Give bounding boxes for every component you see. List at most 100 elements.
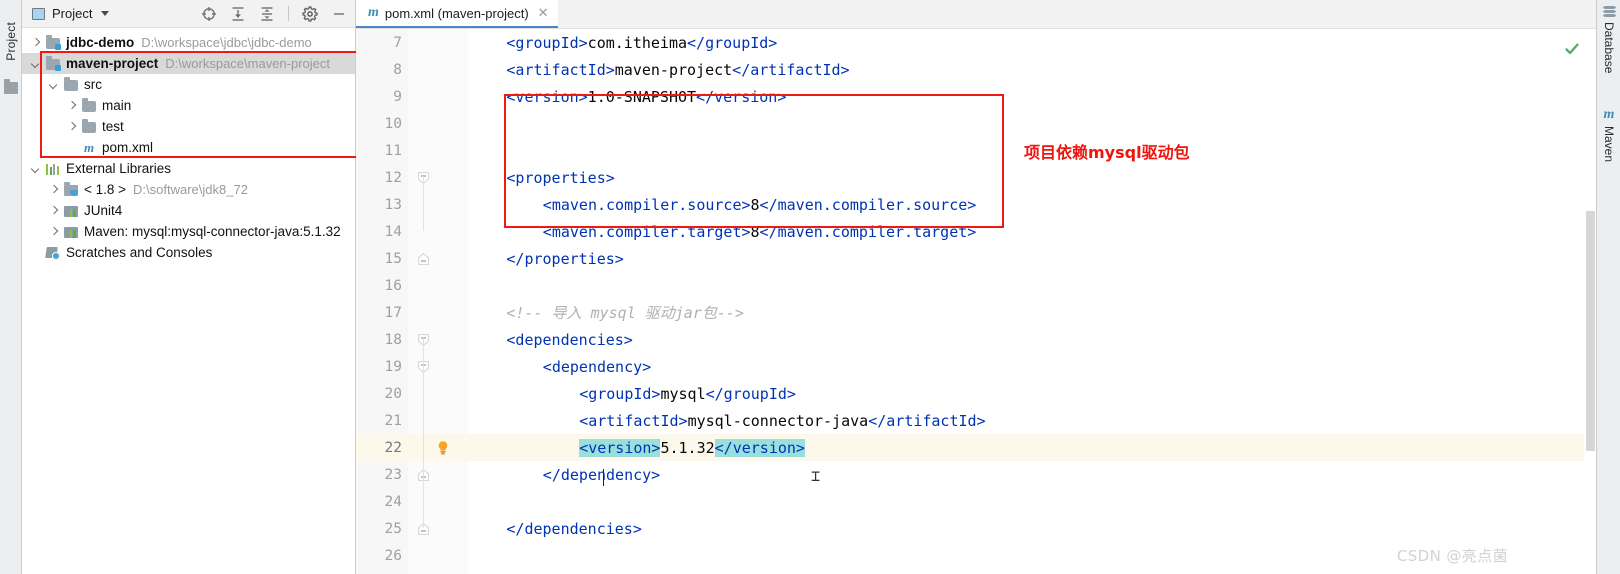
tree-row-label: Scratches and Consoles xyxy=(66,245,212,260)
tool-window-tab-maven[interactable]: m Maven xyxy=(1597,108,1620,162)
code-line[interactable]: 24 xyxy=(356,488,1596,515)
tree-row[interactable]: mpom.xml xyxy=(22,137,355,158)
hide-panel-icon[interactable] xyxy=(331,6,347,22)
code-text: <artifactId>mysql-connector-java</artifa… xyxy=(579,407,985,434)
code-token: <!-- 导入 mysql 驱动jar包--> xyxy=(506,302,744,323)
code-text: <properties> xyxy=(506,164,614,191)
code-line[interactable]: 11 xyxy=(356,137,1596,164)
chevron-down-icon[interactable] xyxy=(48,78,61,91)
chevron-right-icon[interactable] xyxy=(66,120,79,133)
chevron-right-icon[interactable] xyxy=(66,99,79,112)
editor-scrollbar-thumb[interactable] xyxy=(1586,211,1595,451)
code-line[interactable]: 8<artifactId>maven-project</artifactId> xyxy=(356,56,1596,83)
chevron-down-icon[interactable] xyxy=(30,162,43,175)
code-token: <properties> xyxy=(506,169,614,187)
tree-row[interactable]: < 1.8 >D:\software\jdk8_72 xyxy=(22,179,355,200)
text-caret xyxy=(603,469,604,486)
tree-row[interactable]: src xyxy=(22,74,355,95)
tree-row[interactable]: maven-projectD:\workspace\maven-project xyxy=(22,53,355,74)
code-line[interactable]: 25</dependencies> xyxy=(356,515,1596,542)
code-line[interactable]: 7 <groupId>com.itheima</groupId> xyxy=(356,29,1596,56)
fold-end-icon[interactable] xyxy=(418,253,429,265)
tree-row[interactable]: Maven: mysql:mysql-connector-java:5.1.32 xyxy=(22,221,355,242)
chevron-right-icon[interactable] xyxy=(30,36,43,49)
expand-all-icon[interactable] xyxy=(230,6,246,22)
code-token: <artifactId> xyxy=(506,61,614,79)
code-token: 8 xyxy=(751,196,760,214)
code-line[interactable]: 15</properties> xyxy=(356,245,1596,272)
code-line[interactable]: 16 xyxy=(356,272,1596,299)
code-token: 1.0-SNAPSHOT xyxy=(588,88,696,106)
collapse-all-icon[interactable] xyxy=(259,6,275,22)
maven-pom-icon: m xyxy=(81,140,97,156)
tool-window-tab-maven-label: Maven xyxy=(1602,126,1616,162)
code-line[interactable]: 9<version>1.0-SNAPSHOT</version> xyxy=(356,83,1596,110)
intention-bulb-icon[interactable] xyxy=(436,440,450,456)
code-line[interactable]: 10 xyxy=(356,110,1596,137)
external-libraries-icon xyxy=(45,161,61,177)
tool-window-tab-project[interactable]: Project xyxy=(0,6,22,76)
code-text: </dependency> xyxy=(543,461,660,488)
chevron-right-icon[interactable] xyxy=(48,204,61,217)
line-number: 12 xyxy=(356,164,402,191)
line-number: 13 xyxy=(356,191,402,218)
tree-row[interactable]: test xyxy=(22,116,355,137)
inspection-ok-checkmark-icon[interactable] xyxy=(1564,41,1580,57)
tool-window-tab-database[interactable]: Database xyxy=(1597,6,1620,73)
folder-icon xyxy=(81,98,97,114)
tree-row[interactable]: JUnit4 xyxy=(22,200,355,221)
project-tool-window-icon xyxy=(4,82,18,94)
code-editor[interactable]: 7<groupId>com.itheima</groupId>8<artifac… xyxy=(356,29,1596,574)
code-line[interactable]: 17 <!-- 导入 mysql 驱动jar包--> xyxy=(356,299,1596,326)
close-icon[interactable]: ✕ xyxy=(538,5,549,21)
code-text: <dependency> xyxy=(543,353,651,380)
code-lines: 7<groupId>com.itheima</groupId>8<artifac… xyxy=(356,29,1596,569)
code-token: <maven.compiler.target> xyxy=(543,223,751,241)
editor-tab-pom-xml[interactable]: m pom.xml (maven-project) ✕ xyxy=(356,0,558,28)
locate-icon[interactable] xyxy=(201,6,217,22)
code-line[interactable]: 12 <properties> xyxy=(356,164,1596,191)
left-tool-strip: Project xyxy=(0,0,22,574)
code-line[interactable]: 19<dependency> xyxy=(356,353,1596,380)
code-line[interactable]: 22<version>5.1.32</version> xyxy=(356,434,1596,461)
code-token: </dependencies> xyxy=(506,520,641,538)
chevron-down-icon[interactable] xyxy=(101,11,109,16)
code-text: <!-- 导入 mysql 驱动jar包--> xyxy=(506,299,744,326)
code-line[interactable]: 14<maven.compiler.target>8</maven.compil… xyxy=(356,218,1596,245)
tree-row-label: Maven: mysql:mysql-connector-java:5.1.32 xyxy=(84,224,341,239)
code-token: <dependency> xyxy=(543,358,651,376)
code-line[interactable]: 23</dependency> xyxy=(356,461,1596,488)
code-text: </dependencies> xyxy=(506,515,641,542)
code-text: <version>5.1.32</version> xyxy=(579,434,805,461)
code-token: <version> xyxy=(579,439,660,457)
module-folder-icon xyxy=(45,35,61,51)
code-text: <groupId>com.itheima</groupId> xyxy=(506,29,777,56)
chevron-right-icon[interactable] xyxy=(48,183,61,196)
tree-row[interactable]: jdbc-demoD:\workspace\jdbc\jdbc-demo xyxy=(22,32,355,53)
maven-pom-icon: m xyxy=(368,5,379,21)
editor-tab-bar: m pom.xml (maven-project) ✕ xyxy=(356,0,1596,29)
chevron-down-icon[interactable] xyxy=(30,57,43,70)
project-panel-title-group[interactable]: Project xyxy=(32,6,109,21)
line-number: 10 xyxy=(356,110,402,137)
code-token: com.itheima xyxy=(588,34,687,52)
line-number: 9 xyxy=(356,83,402,110)
tree-row[interactable]: External Libraries xyxy=(22,158,355,179)
chevron-right-icon[interactable] xyxy=(48,225,61,238)
settings-gear-icon[interactable] xyxy=(302,6,318,22)
code-text: <dependencies> xyxy=(506,326,632,353)
line-number: 17 xyxy=(356,299,402,326)
code-line[interactable]: 20<groupId>mysql</groupId> xyxy=(356,380,1596,407)
tree-row[interactable]: Scratches and Consoles xyxy=(22,242,355,263)
editor-scrollbar-track[interactable] xyxy=(1584,29,1596,574)
code-line[interactable]: 18<dependencies> xyxy=(356,326,1596,353)
code-line[interactable]: 13<maven.compiler.source>8</maven.compil… xyxy=(356,191,1596,218)
code-token: </maven.compiler.target> xyxy=(760,223,977,241)
code-token: mysql-connector-java xyxy=(688,412,869,430)
tree-row-label: src xyxy=(84,77,102,92)
line-number: 7 xyxy=(356,29,402,56)
tree-row[interactable]: main xyxy=(22,95,355,116)
project-tree[interactable]: jdbc-demoD:\workspace\jdbc\jdbc-demomave… xyxy=(22,28,355,263)
code-line[interactable]: 21<artifactId>mysql-connector-java</arti… xyxy=(356,407,1596,434)
line-number: 11 xyxy=(356,137,402,164)
